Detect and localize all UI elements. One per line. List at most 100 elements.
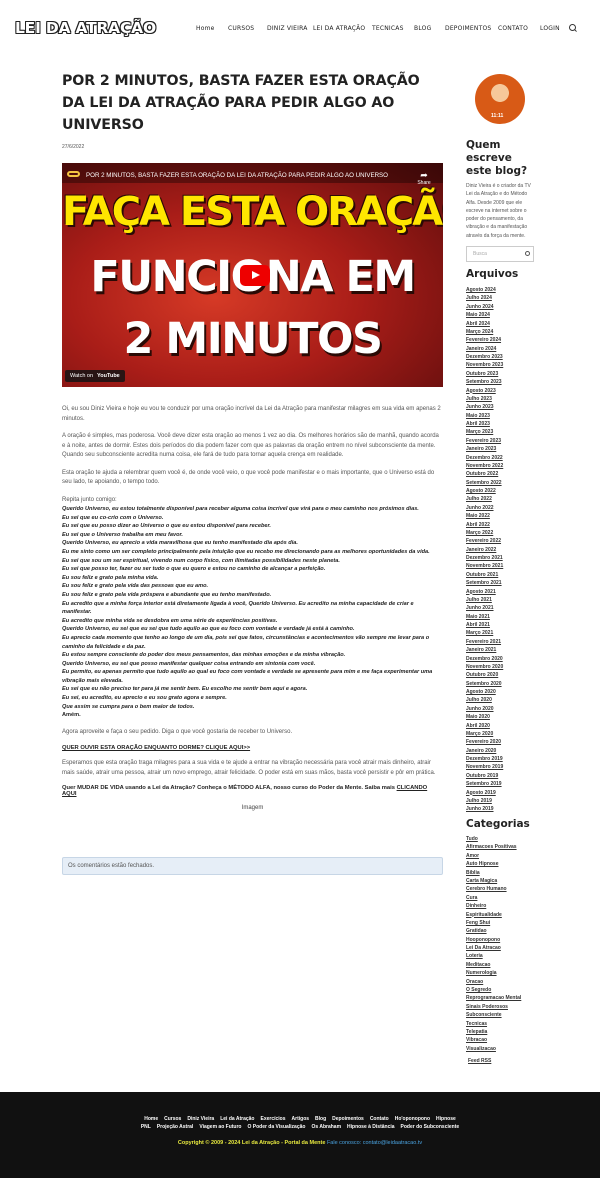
footer-nav-link[interactable]: Cursos <box>164 1116 181 1122</box>
archive-link[interactable]: Julho 2024 <box>466 294 536 302</box>
footer-nav-link[interactable]: Hipnose <box>436 1116 456 1122</box>
archive-link[interactable]: Julho 2021 <box>466 596 536 604</box>
nav-tecnicas[interactable]: TECNICAS <box>372 25 404 32</box>
archive-link[interactable]: Maio 2020 <box>466 713 536 721</box>
category-link[interactable]: Afirmacoes Positivas <box>466 843 536 851</box>
category-link[interactable]: O Segredo <box>466 986 536 994</box>
category-link[interactable]: Tecnicas <box>466 1020 536 1028</box>
category-link[interactable]: Lei Da Atracao <box>466 944 536 952</box>
archive-link[interactable]: Dezembro 2022 <box>466 454 536 462</box>
footer-nav-link[interactable]: Exercícios <box>261 1116 286 1122</box>
nav-cursos[interactable]: CURSOS <box>228 25 254 32</box>
archive-link[interactable]: Fevereiro 2020 <box>466 738 536 746</box>
footer-nav-link[interactable]: Hipnose à Distância <box>347 1124 395 1130</box>
category-link[interactable]: Gratidao <box>466 927 536 935</box>
archive-link[interactable]: Novembro 2021 <box>466 562 536 570</box>
archive-link[interactable]: Abril 2022 <box>466 521 536 529</box>
footer-nav-link[interactable]: Viagem ao Futuro <box>199 1124 241 1130</box>
footer-nav-link[interactable]: Projeção Astral <box>157 1124 194 1130</box>
archive-link[interactable]: Maio 2022 <box>466 512 536 520</box>
archive-link[interactable]: Abril 2024 <box>466 320 536 328</box>
archive-link[interactable]: Dezembro 2023 <box>466 353 536 361</box>
category-link[interactable]: Dinheiro <box>466 902 536 910</box>
youtube-video-embed[interactable]: POR 2 MINUTOS, BASTA FAZER ESTA ORAÇÃO D… <box>62 163 443 387</box>
archive-link[interactable]: Julho 2019 <box>466 797 536 805</box>
archive-link[interactable]: Dezembro 2020 <box>466 655 536 663</box>
nav-blog[interactable]: BLOG <box>414 25 431 32</box>
archive-link[interactable]: Janeiro 2020 <box>466 747 536 755</box>
archive-link[interactable]: Agosto 2022 <box>466 487 536 495</box>
nav-lei-da-atracao[interactable]: LEI DA ATRAÇÃO <box>313 25 365 32</box>
archive-link[interactable]: Setembro 2021 <box>466 579 536 587</box>
archive-link[interactable]: Outubro 2019 <box>466 772 536 780</box>
footer-nav-link[interactable]: PNL <box>141 1124 151 1130</box>
footer-nav-link[interactable]: Artigos <box>292 1116 310 1122</box>
archive-link[interactable]: Novembro 2023 <box>466 361 536 369</box>
archive-link[interactable]: Setembro 2022 <box>466 479 536 487</box>
category-link[interactable]: Cura <box>466 894 536 902</box>
archive-link[interactable]: Janeiro 2022 <box>466 546 536 554</box>
archive-link[interactable]: Julho 2023 <box>466 395 536 403</box>
footer-nav-link[interactable]: Home <box>144 1116 158 1122</box>
category-link[interactable]: Subconsciente <box>466 1011 536 1019</box>
archive-link[interactable]: Janeiro 2023 <box>466 445 536 453</box>
archive-link[interactable]: Novembro 2019 <box>466 763 536 771</box>
nav-depoimentos[interactable]: DEPOIMENTOS <box>445 25 491 32</box>
archive-link[interactable]: Março 2023 <box>466 428 536 436</box>
archive-link[interactable]: Julho 2020 <box>466 696 536 704</box>
archive-link[interactable]: Março 2024 <box>466 328 536 336</box>
search-input[interactable]: Busca <box>466 246 534 262</box>
archive-link[interactable]: Maio 2024 <box>466 311 536 319</box>
category-link[interactable]: Cerebro Humano <box>466 885 536 893</box>
watch-on-youtube-button[interactable]: Watch on YouTube <box>65 370 125 382</box>
archive-link[interactable]: Julho 2022 <box>466 495 536 503</box>
footer-nav-link[interactable]: Os Abraham <box>311 1124 341 1130</box>
footer-nav-link[interactable]: Depoimentos <box>332 1116 364 1122</box>
nav-login[interactable]: LOGIN <box>540 25 560 32</box>
archive-link[interactable]: Outubro 2020 <box>466 671 536 679</box>
archive-link[interactable]: Junho 2023 <box>466 403 536 411</box>
footer-nav-link[interactable]: O Poder da Visualização <box>247 1124 305 1130</box>
search-icon[interactable] <box>525 251 530 256</box>
archive-link[interactable]: Setembro 2019 <box>466 780 536 788</box>
sleep-prayer-link[interactable]: QUER OUVIR ESTA ORAÇÃO ENQUANTO DORME? C… <box>62 745 443 751</box>
archive-link[interactable]: Fevereiro 2023 <box>466 437 536 445</box>
footer-nav-link[interactable]: Blog <box>315 1116 326 1122</box>
archive-link[interactable]: Abril 2020 <box>466 722 536 730</box>
archive-link[interactable]: Fevereiro 2021 <box>466 638 536 646</box>
category-link[interactable]: Sinais Poderosos <box>466 1003 536 1011</box>
nav-diniz-vieira[interactable]: DINIZ VIEIRA <box>267 25 308 32</box>
category-link[interactable]: Auto Hipnose <box>466 860 536 868</box>
archive-link[interactable]: Março 2022 <box>466 529 536 537</box>
nav-contato[interactable]: CONTATO <box>498 25 528 32</box>
archive-link[interactable]: Junho 2019 <box>466 805 536 813</box>
category-link[interactable]: Biblia <box>466 869 536 877</box>
footer-nav-link[interactable]: Lei da Atração <box>220 1116 254 1122</box>
archive-link[interactable]: Junho 2024 <box>466 303 536 311</box>
archive-link[interactable]: Janeiro 2024 <box>466 345 536 353</box>
share-button[interactable]: ➦ Share <box>416 171 432 187</box>
archive-link[interactable]: Agosto 2021 <box>466 588 536 596</box>
archive-link[interactable]: Fevereiro 2022 <box>466 537 536 545</box>
archive-link[interactable]: Outubro 2021 <box>466 571 536 579</box>
archive-link[interactable]: Janeiro 2021 <box>466 646 536 654</box>
archive-link[interactable]: Maio 2023 <box>466 412 536 420</box>
rss-feed-link[interactable]: Feed RSS <box>468 1058 491 1064</box>
archive-link[interactable]: Abril 2021 <box>466 621 536 629</box>
archive-link[interactable]: Março 2020 <box>466 730 536 738</box>
archive-link[interactable]: Junho 2020 <box>466 705 536 713</box>
archive-link[interactable]: Dezembro 2019 <box>466 755 536 763</box>
archive-link[interactable]: Junho 2021 <box>466 604 536 612</box>
category-link[interactable]: Reprogramacao Mental <box>466 994 536 1002</box>
archive-link[interactable]: Outubro 2022 <box>466 470 536 478</box>
category-link[interactable]: Oracao <box>466 978 536 986</box>
category-link[interactable]: Vibracao <box>466 1036 536 1044</box>
archive-link[interactable]: Outubro 2023 <box>466 370 536 378</box>
category-link[interactable]: Hooponopono <box>466 936 536 944</box>
footer-nav-link[interactable]: Diniz Vieira <box>187 1116 214 1122</box>
archive-link[interactable]: Novembro 2022 <box>466 462 536 470</box>
category-link[interactable]: Meditacao <box>466 961 536 969</box>
archive-link[interactable]: Março 2021 <box>466 629 536 637</box>
category-link[interactable]: Amor <box>466 852 536 860</box>
archive-link[interactable]: Fevereiro 2024 <box>466 336 536 344</box>
